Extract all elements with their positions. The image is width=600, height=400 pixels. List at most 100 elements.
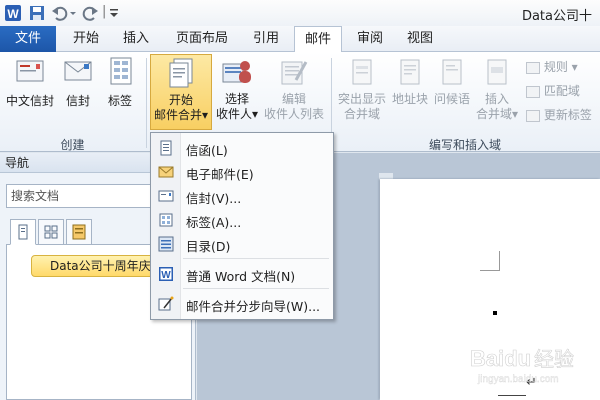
chinese-envelope-label: 中文信封 — [5, 94, 54, 108]
group-label-create: 创建 — [60, 138, 85, 152]
directory-icon — [158, 236, 174, 252]
headings-view-tab[interactable] — [10, 219, 36, 245]
svg-text:Baidu: Baidu — [470, 346, 531, 371]
address-block-button[interactable]: 地址块 — [390, 56, 430, 107]
tab-home[interactable]: 开始 — [64, 26, 108, 52]
match-fields-button[interactable]: 匹配域 — [526, 82, 600, 99]
greeting-line-button[interactable]: 问候语 — [432, 56, 472, 107]
menu-item-labels[interactable]: 标签(A)... — [153, 209, 331, 231]
tab-file[interactable]: 文件 — [0, 26, 56, 52]
match-fields-label: 匹配域 — [543, 84, 580, 98]
menu-item-directory[interactable]: 目录(D) — [153, 233, 331, 255]
menu-label-envelopes: 信封(V)... — [186, 191, 242, 206]
edit-recipients-line2: 收件人列表 — [263, 107, 324, 121]
baidu-watermark: Baidu 经验 jingyan.baidu.com — [470, 340, 595, 390]
start-mail-merge-button[interactable]: 开始 邮件合并▾ — [150, 54, 212, 130]
insert-merge-field-button[interactable]: 插入 合并域▾ — [474, 56, 520, 122]
customize-icon[interactable] — [109, 4, 119, 22]
chevron-down-icon: ▾ — [571, 60, 578, 74]
menu-label-email: 电子邮件(E) — [186, 167, 254, 182]
update-labels-icon — [526, 109, 540, 122]
menu-label-merge-wizard: 邮件合并分步向导(W)... — [186, 299, 321, 314]
chinese-envelope-button[interactable]: 中文信封 — [4, 56, 56, 109]
tab-insert[interactable]: 插入 — [114, 26, 158, 52]
menu-item-envelopes[interactable]: 信封(V)... — [153, 185, 331, 207]
update-labels-button[interactable]: 更新标签 — [526, 106, 600, 123]
wizard-icon — [158, 296, 174, 311]
labels-label: 标签 — [107, 94, 132, 108]
email-icon — [158, 166, 174, 178]
match-fields-icon — [526, 85, 540, 98]
tab-page-layout[interactable]: 页面布局 — [166, 26, 238, 52]
menu-separator — [183, 288, 329, 289]
word-doc-icon: W — [159, 267, 173, 281]
menu-item-merge-wizard[interactable]: 邮件合并分步向导(W)... — [153, 293, 331, 315]
chevron-down-icon: ▾ — [201, 108, 209, 122]
start-merge-line1: 开始 — [168, 93, 193, 107]
chevron-down-icon: ▾ — [511, 107, 519, 121]
greeting-icon — [442, 59, 462, 85]
edit-recipient-list-button[interactable]: 编辑 收件人列表 — [262, 56, 326, 122]
address-block-icon — [400, 59, 420, 85]
menu-item-email[interactable]: 电子邮件(E) — [153, 161, 331, 183]
thumbnails-icon — [44, 225, 58, 239]
tab-review[interactable]: 审阅 — [348, 26, 392, 52]
menu-item-letters[interactable]: 信函(L) — [153, 137, 331, 159]
pages-view-tab[interactable] — [38, 219, 64, 245]
rules-button[interactable]: 规则 ▾ — [526, 58, 600, 75]
undo-icon[interactable] — [50, 4, 68, 22]
label-sheet-icon — [110, 57, 132, 85]
insert-field-line1: 插入 — [484, 92, 509, 106]
highlight-line1: 突出显示 — [337, 92, 386, 106]
baidu-logo-icon: Baidu 经验 jingyan.baidu.com — [470, 346, 575, 386]
word-app-icon[interactable]: W — [4, 4, 22, 22]
highlight-merge-fields-button[interactable]: 突出显示 合并域 — [336, 56, 388, 122]
title-bar: W | Data公司十 — [0, 0, 600, 26]
mail-merge-icon — [169, 58, 193, 88]
menu-label-directory: 目录(D) — [186, 239, 231, 254]
group-label-write-insert: 编写和插入域 — [428, 138, 501, 152]
select-recipients-button[interactable]: 选择 收件人▾ — [214, 56, 260, 122]
margin-corner-mark — [480, 251, 500, 271]
results-icon — [72, 224, 86, 240]
headings-icon — [18, 224, 28, 240]
group-separator — [146, 58, 147, 148]
qa-separator: | — [102, 4, 107, 19]
svg-text:W: W — [7, 7, 19, 21]
envelope-icon — [158, 190, 174, 202]
greeting-label: 问候语 — [433, 92, 470, 106]
menu-label-normal-word-doc: 普通 Word 文档(N) — [186, 269, 296, 284]
results-view-tab[interactable] — [66, 219, 92, 245]
rules-icon — [526, 61, 540, 74]
start-merge-menu: 信函(L) 电子邮件(E) 信封(V)... 标签(A)... 目录(D) W … — [150, 132, 334, 320]
update-labels-label: 更新标签 — [543, 108, 592, 122]
svg-text:jingyan.baidu.com: jingyan.baidu.com — [477, 374, 559, 385]
menu-separator — [183, 258, 329, 259]
insert-field-icon — [487, 59, 507, 85]
highlight-line2: 合并域 — [343, 107, 380, 121]
letter-icon — [160, 140, 172, 156]
labels-button[interactable]: 标签 — [102, 56, 138, 109]
tab-mailings[interactable]: 邮件 — [294, 26, 342, 53]
envelopes-button[interactable]: 信封 — [60, 56, 96, 109]
redo-icon[interactable] — [82, 4, 100, 22]
tab-view[interactable]: 视图 — [398, 26, 442, 52]
recipients-icon — [222, 61, 251, 83]
save-icon[interactable] — [28, 4, 46, 22]
cursor-dot — [493, 311, 497, 315]
chevron-down-icon: ▾ — [251, 107, 259, 121]
svg-text:W: W — [161, 270, 171, 281]
start-merge-line2: 邮件合并▾ — [153, 108, 209, 122]
insert-field-line2: 合并域▾ — [475, 107, 519, 121]
tab-references[interactable]: 引用 — [244, 26, 288, 52]
document-title: Data公司十 — [521, 9, 592, 24]
select-recipients-line2: 收件人▾ — [215, 107, 259, 121]
chinese-envelope-icon — [16, 60, 44, 82]
menu-item-normal-word-doc[interactable]: W 普通 Word 文档(N) — [153, 263, 331, 285]
rules-label: 规则 — [543, 60, 568, 74]
ribbon-tabs: 文件 开始 插入 页面布局 引用 邮件 审阅 视图 — [0, 26, 600, 53]
envelopes-label: 信封 — [65, 94, 90, 108]
menu-label-labels: 标签(A)... — [186, 215, 242, 230]
highlight-fields-icon — [352, 59, 372, 85]
undo-dropdown-icon[interactable] — [68, 4, 78, 22]
